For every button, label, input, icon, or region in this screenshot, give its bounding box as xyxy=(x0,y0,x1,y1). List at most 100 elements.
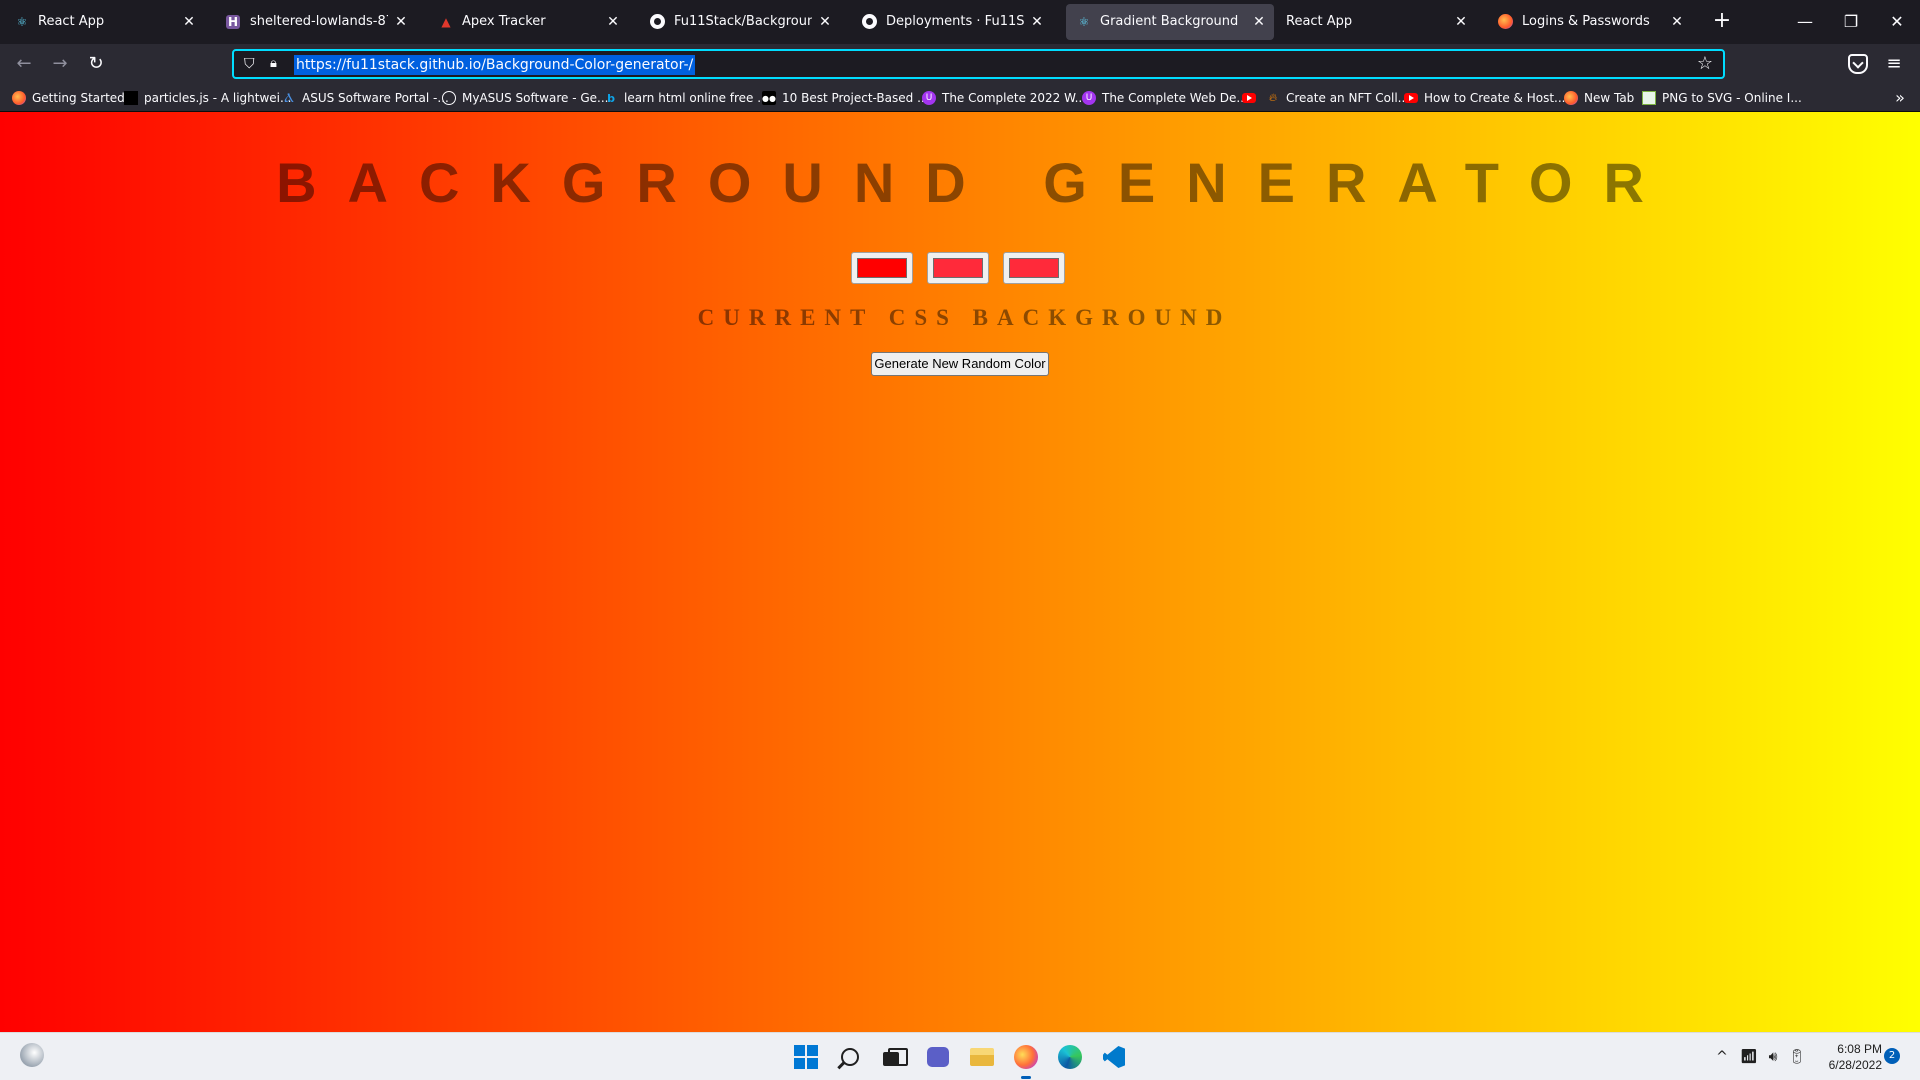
bookmark-item[interactable]: ●● 10 Best Project-Based ... xyxy=(762,88,929,108)
new-tab-button[interactable]: + xyxy=(1708,8,1736,36)
tab-github-deployments[interactable]: Deployments · Fu11Stack/Bac ✕ xyxy=(852,4,1052,40)
reload-button[interactable]: ↻ xyxy=(82,50,110,78)
bookmark-item[interactable]: Ⲁ ASUS Software Portal -... xyxy=(282,88,449,108)
color-input-3[interactable] xyxy=(1003,252,1065,284)
bookmark-label: ASUS Software Portal -... xyxy=(302,91,449,105)
color-input-2[interactable] xyxy=(927,252,989,284)
bookmark-label: The Complete Web De... xyxy=(1102,91,1248,105)
tab-strip: ⚛ React App ✕ H sheltered-lowlands-87886… xyxy=(0,0,1920,44)
tab-title: React App xyxy=(1286,14,1353,29)
task-view-button[interactable] xyxy=(878,1041,910,1073)
teams-chat-icon xyxy=(927,1047,949,1067)
tab-title: Fu11Stack/Background-Colo xyxy=(674,14,812,29)
color-picker-group xyxy=(851,252,1065,284)
hamburger-menu-icon[interactable]: ≡ xyxy=(1884,54,1904,74)
tab-gradient-background[interactable]: ⚛ Gradient Background ✕ xyxy=(1066,4,1274,40)
tab-title: Logins & Passwords xyxy=(1522,14,1650,29)
close-icon[interactable]: ✕ xyxy=(1452,13,1470,31)
png-icon xyxy=(1642,91,1656,105)
bookmark-item[interactable]: particles.js - A lightwei... xyxy=(124,88,291,108)
close-icon[interactable]: ✕ xyxy=(816,13,834,31)
github-icon xyxy=(650,14,665,29)
close-icon[interactable]: ✕ xyxy=(1668,13,1686,31)
bookmark-label: PNG to SVG - Online I... xyxy=(1662,91,1802,105)
pocket-icon[interactable] xyxy=(1848,54,1868,74)
vscode-taskbar-button[interactable] xyxy=(1098,1041,1130,1073)
bookmark-item[interactable]: 🔥︎ Create an NFT Coll... xyxy=(1266,88,1409,108)
bookmark-star-icon[interactable]: ☆ xyxy=(1695,54,1715,74)
chevron-up-icon[interactable]: ^ xyxy=(1712,1047,1732,1067)
bookmark-item[interactable]: MyASUS Software - Ge... xyxy=(442,88,608,108)
minimize-button[interactable]: — xyxy=(1782,0,1828,44)
lock-icon[interactable]: 🔒︎ xyxy=(270,56,286,72)
firefox-icon xyxy=(12,91,26,105)
bookmark-item[interactable]: b learn html online free ... xyxy=(604,88,769,108)
bookmark-item[interactable]: New Tab xyxy=(1564,88,1634,108)
generate-random-color-button[interactable]: Generate New Random Color xyxy=(871,352,1049,376)
tab-title: Gradient Background xyxy=(1100,14,1239,29)
bookmark-item[interactable]: U The Complete 2022 W... xyxy=(922,88,1086,108)
tab-apex-tracker[interactable]: ▲ Apex Tracker ✕ xyxy=(428,4,628,40)
back-button[interactable]: ← xyxy=(10,50,38,78)
bookmark-item[interactable]: U The Complete Web De... xyxy=(1082,88,1248,108)
bookmark-label: Create an NFT Coll... xyxy=(1286,91,1410,105)
clock[interactable]: 6:08 PM 6/28/2022 xyxy=(1812,1041,1882,1073)
date-text: 6/28/2022 xyxy=(1828,1058,1882,1072)
search-icon xyxy=(841,1048,859,1066)
wifi-icon[interactable]: 📶︎ xyxy=(1738,1047,1760,1067)
forward-button[interactable]: → xyxy=(46,50,74,78)
volume-icon[interactable]: 🔊︎ xyxy=(1762,1047,1784,1067)
weather-widget-icon[interactable] xyxy=(20,1043,44,1067)
bookmark-label: New Tab xyxy=(1584,91,1635,105)
close-icon[interactable]: ✕ xyxy=(180,13,198,31)
tab-heroku[interactable]: H sheltered-lowlands-87886 | H ✕ xyxy=(216,4,416,40)
shield-icon[interactable]: ⛉ xyxy=(244,56,260,72)
tab-logins-passwords[interactable]: Logins & Passwords ✕ xyxy=(1488,4,1692,40)
tab-github-repo[interactable]: Fu11Stack/Background-Colo ✕ xyxy=(640,4,840,40)
color-swatch xyxy=(1009,258,1059,278)
bookmark-label: learn html online free ... xyxy=(624,91,769,105)
close-icon[interactable]: ✕ xyxy=(392,13,410,31)
tab-react-app-2[interactable]: React App ✕ xyxy=(1276,4,1476,40)
css-background-heading: CURRENT CSS BACKGROUND xyxy=(697,305,1232,330)
firefox-taskbar-button[interactable] xyxy=(1010,1041,1042,1079)
url-bar[interactable]: ⛉ 🔒︎ https://fu11stack.github.io/Backgro… xyxy=(232,49,1725,79)
react-icon: ⚛ xyxy=(1078,15,1090,29)
chevron-double-right-icon[interactable]: » xyxy=(1890,88,1910,108)
bookmark-item[interactable]: PNG to SVG - Online I... xyxy=(1642,88,1802,108)
bing-icon: b xyxy=(607,91,615,105)
fire-icon: 🔥︎ xyxy=(1268,91,1278,104)
start-button[interactable] xyxy=(790,1041,822,1073)
color-input-1[interactable] xyxy=(851,252,913,284)
bookmark-label: particles.js - A lightwei... xyxy=(144,91,292,105)
udemy-icon: U xyxy=(922,91,936,105)
time-text: 6:08 PM xyxy=(1837,1042,1882,1056)
bookmark-label: Getting Started xyxy=(32,91,125,105)
battery-icon[interactable]: 🔋︎ xyxy=(1786,1047,1808,1067)
page-content: BACKGROUND GENERATOR CURRENT CSS BACKGRO… xyxy=(0,112,1920,1032)
bookmark-item[interactable] xyxy=(1242,88,1262,108)
globe-icon xyxy=(442,91,456,105)
bookmark-item[interactable]: Getting Started xyxy=(12,88,125,108)
bookmark-label: How to Create & Host... xyxy=(1424,91,1566,105)
bookmark-item[interactable]: How to Create & Host... xyxy=(1404,88,1565,108)
url-input[interactable]: https://fu11stack.github.io/Background-C… xyxy=(294,55,696,75)
file-explorer-button[interactable] xyxy=(966,1041,998,1073)
windows-logo-icon xyxy=(794,1045,818,1069)
asus-icon: Ⲁ xyxy=(284,90,294,106)
restore-button[interactable]: ❐ xyxy=(1828,0,1874,44)
close-icon[interactable]: ✕ xyxy=(1028,13,1046,31)
folder-icon xyxy=(970,1048,994,1066)
chat-button[interactable] xyxy=(922,1041,954,1073)
notification-badge[interactable]: 2 xyxy=(1884,1048,1900,1064)
search-button[interactable] xyxy=(834,1041,866,1073)
color-swatch xyxy=(933,258,983,278)
close-icon[interactable]: ✕ xyxy=(1250,13,1268,31)
tab-title: sheltered-lowlands-87886 | H xyxy=(250,14,388,29)
close-window-button[interactable]: ✕ xyxy=(1874,0,1920,44)
close-icon[interactable]: ✕ xyxy=(604,13,622,31)
color-swatch xyxy=(857,258,907,278)
edge-taskbar-button[interactable] xyxy=(1054,1041,1086,1073)
edge-icon xyxy=(1058,1045,1082,1069)
tab-react-app[interactable]: ⚛ React App ✕ xyxy=(4,4,204,40)
